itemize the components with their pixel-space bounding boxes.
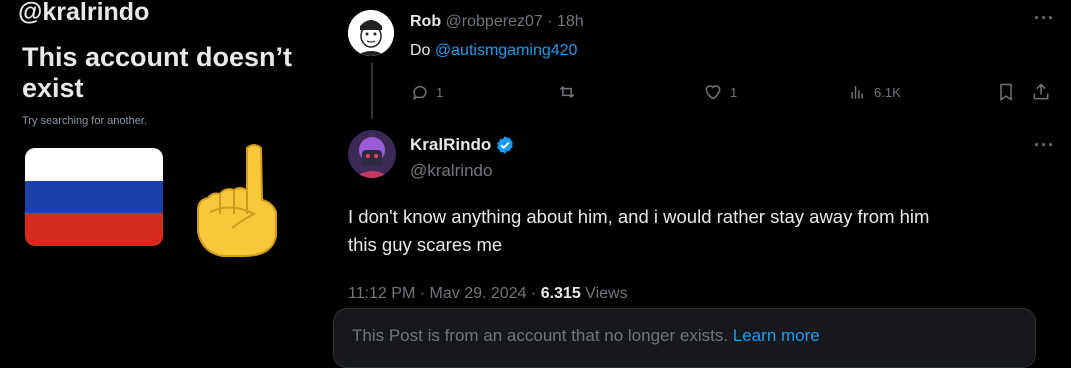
bookmark-button[interactable]	[996, 82, 1016, 102]
tweet-views-label: Views	[580, 285, 628, 302]
reply-author-handle[interactable]: @robperez07	[446, 13, 543, 30]
share-icon	[1033, 83, 1049, 100]
reply-button[interactable]: 1	[410, 82, 443, 102]
tweet-views-count: 6.315	[540, 285, 581, 302]
main-tweet-line-1: I don't know anything about him, and i w…	[348, 206, 930, 227]
main-author-name[interactable]: KralRindo	[410, 135, 491, 155]
russia-flag-icon	[25, 148, 163, 246]
main-author-name-row: KralRindo	[410, 135, 515, 155]
main-tweet-line-2: this guy scares me	[348, 234, 503, 255]
reply-more-icon[interactable]: ···	[1034, 8, 1055, 29]
heart-icon	[705, 85, 721, 100]
tweet-meta: 11:12 PM · Mav 29. 2024 · 6.315 Views	[348, 285, 628, 303]
reply-time[interactable]: 18h	[557, 13, 584, 30]
left-panel: @kralrindo This account doesn’t exist Tr…	[0, 0, 330, 357]
notice-text: This Post is from an account that no lon…	[352, 326, 733, 345]
rob-avatar[interactable]	[348, 10, 394, 56]
retweet-button[interactable]	[556, 82, 584, 102]
reply-mention-link[interactable]: @autismgaming420	[435, 42, 578, 59]
profile-handle: @kralrindo	[18, 0, 150, 26]
analytics-icon	[851, 86, 863, 99]
reply-text-prefix: Do	[410, 42, 435, 59]
reply-author-name[interactable]: Rob	[410, 13, 441, 30]
kralrindo-avatar-drawing	[348, 130, 396, 178]
like-count: 1	[730, 84, 738, 100]
share-button[interactable]	[1031, 82, 1051, 102]
rob-avatar-drawing	[348, 10, 394, 56]
thread-line	[371, 63, 373, 119]
retweet-icon	[559, 85, 575, 99]
views-count: 6.1K	[874, 84, 901, 100]
kralrindo-avatar[interactable]	[348, 130, 396, 178]
account-missing-hint: Try searching for another.	[22, 115, 147, 127]
reply-text: Do @autismgaming420	[410, 42, 577, 60]
deleted-account-notice: This Post is from an account that no lon…	[333, 308, 1036, 368]
like-button[interactable]: 1	[702, 82, 737, 102]
reply-header: Rob @robperez07 · 18h	[410, 13, 584, 31]
learn-more-link[interactable]: Learn more	[733, 326, 820, 345]
reply-count: 1	[436, 84, 444, 100]
tweet-timestamp[interactable]: 11:12 PM · Mav 29. 2024 ·	[348, 285, 541, 302]
comment-icon	[412, 86, 427, 101]
middle-finger-icon	[197, 144, 277, 257]
main-more-icon[interactable]: ···	[1034, 135, 1055, 156]
verified-badge-icon	[497, 136, 514, 154]
account-missing-title: This account doesn’t exist	[22, 42, 293, 103]
main-author-handle[interactable]: @kralrindo	[410, 161, 492, 181]
main-tweet-text: I don't know anything about him, and i w…	[348, 203, 1063, 259]
reply-separator: ·	[547, 13, 553, 30]
views-button[interactable]: 6.1K	[848, 82, 901, 102]
bookmark-icon	[1000, 83, 1012, 101]
